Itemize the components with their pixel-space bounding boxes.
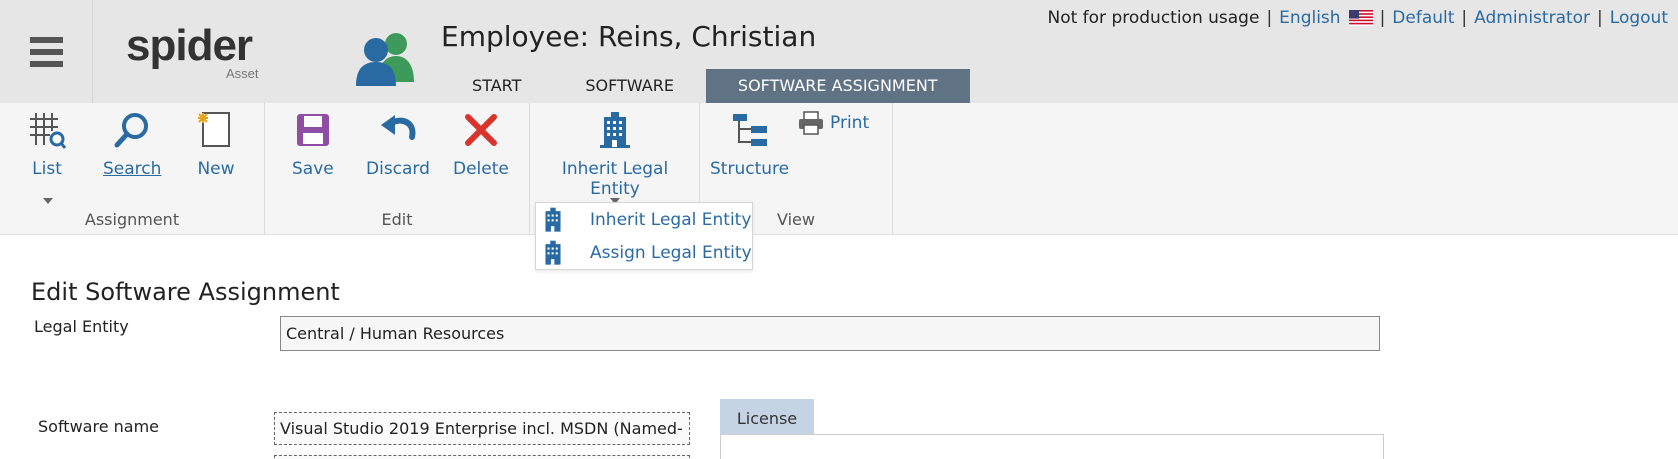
building-icon (600, 112, 630, 148)
print-button[interactable]: Print (798, 111, 869, 135)
group-label-assignment: Assignment (84, 210, 180, 229)
delete-button[interactable]: Delete (453, 111, 509, 179)
structure-tree-icon (732, 114, 767, 146)
structure-label: Structure (710, 159, 790, 179)
building-icon (545, 240, 561, 265)
menu-item-assign-legal-entity[interactable]: Assign Legal Entity (536, 236, 752, 269)
search-icon (114, 113, 149, 148)
separator: | (1379, 8, 1386, 28)
new-document-icon (198, 112, 230, 147)
language-link[interactable]: English (1279, 8, 1340, 28)
software-name-label: Software name (38, 417, 159, 436)
grid-search-icon (30, 113, 66, 149)
printer-icon (799, 111, 823, 135)
separator: | (1597, 8, 1603, 28)
top-links-bar: Not for production usage | English | Def… (1047, 8, 1668, 28)
main-tabs: START SOFTWARE SOFTWARE ASSIGNMENT (440, 69, 970, 103)
next-field[interactable] (274, 455, 690, 459)
spider-logo[interactable]: spider Asset (126, 24, 276, 84)
list-dropdown-arrow[interactable] (43, 198, 53, 204)
delete-x-icon (464, 114, 497, 146)
tab-software-assignment[interactable]: SOFTWARE ASSIGNMENT (705, 69, 970, 103)
save-label: Save (292, 159, 334, 179)
menu-item-label: Inherit Legal Entity (590, 209, 752, 230)
discard-button[interactable]: Discard (366, 111, 430, 179)
list-button[interactable]: List (28, 111, 66, 179)
user-link[interactable]: Administrator (1474, 8, 1590, 28)
search-button[interactable]: Search (103, 111, 161, 179)
legal-entity-field[interactable]: Central / Human Resources (280, 316, 1380, 351)
undo-icon (380, 115, 416, 140)
menu-bar (29, 48, 63, 55)
license-panel (720, 434, 1384, 459)
tab-software[interactable]: SOFTWARE (553, 69, 706, 103)
hamburger-menu-button[interactable] (0, 0, 93, 103)
ribbon-toolbar: List Search New Assignment Save Discard … (0, 103, 1678, 235)
delete-label: Delete (453, 159, 509, 179)
page-title: Employee: Reins, Christian (441, 20, 817, 53)
save-button[interactable]: Save (292, 111, 334, 179)
logo-subtext: Asset (226, 66, 259, 81)
tab-license[interactable]: License (720, 399, 814, 438)
legal-entity-label: Legal Entity (34, 317, 129, 336)
inherit-legal-entity-button[interactable]: Inherit Legal Entity (530, 111, 700, 199)
production-notice: Not for production usage (1047, 8, 1260, 28)
profile-link[interactable]: Default (1392, 8, 1454, 28)
new-label: New (197, 159, 235, 179)
us-flag-icon (1348, 10, 1373, 26)
separator: | (1461, 8, 1468, 28)
save-icon (296, 114, 329, 146)
employee-icon (356, 33, 414, 86)
menu-item-label: Assign Legal Entity (590, 242, 752, 263)
structure-button[interactable]: Structure (710, 111, 789, 179)
software-name-field[interactable]: Visual Studio 2019 Enterprise incl. MSDN… (274, 412, 690, 445)
logo-text: spider (126, 21, 253, 70)
group-label-edit: Edit (381, 210, 413, 229)
list-label: List (32, 159, 62, 179)
ribbon-group-assignment: List Search New Assignment (0, 103, 265, 235)
app-header: spider Asset Employee: Reins, Christian … (0, 0, 1678, 103)
tab-start[interactable]: START (440, 69, 553, 103)
print-label: Print (830, 113, 870, 133)
building-icon (545, 207, 561, 232)
menu-bar (29, 60, 63, 67)
menu-item-inherit-legal-entity[interactable]: Inherit Legal Entity (536, 203, 752, 236)
form-title: Edit Software Assignment (31, 278, 340, 306)
inherit-legal-entity-label: Inherit Legal Entity (561, 159, 669, 199)
discard-label: Discard (366, 159, 430, 179)
new-button[interactable]: New (197, 111, 235, 179)
separator: | (1266, 8, 1273, 28)
search-label: Search (103, 159, 162, 179)
ribbon-group-edit: Save Discard Delete Edit (265, 103, 530, 235)
logout-link[interactable]: Logout (1610, 8, 1668, 28)
menu-bar (29, 36, 63, 43)
legal-entity-dropdown-menu: Inherit Legal Entity Assign Legal Entity (535, 202, 753, 270)
